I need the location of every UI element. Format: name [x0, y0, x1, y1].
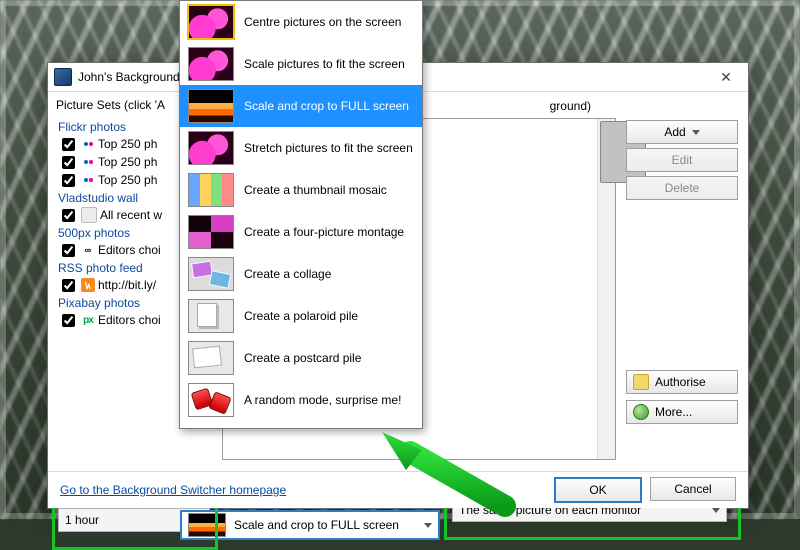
- source-item-checkbox[interactable]: [62, 156, 75, 169]
- more-button[interactable]: More...: [626, 400, 738, 424]
- picture-mode-option[interactable]: Create a thumbnail mosaic: [180, 169, 422, 211]
- delete-button-label: Delete: [665, 181, 700, 195]
- picture-mode-option[interactable]: Stretch pictures to fit the screen: [180, 127, 422, 169]
- picture-mode-combo[interactable]: Scale and crop to FULL screen: [180, 510, 440, 540]
- option-label: Create a collage: [244, 267, 414, 281]
- ok-button[interactable]: OK: [554, 477, 642, 503]
- source-item-label: Editors choi: [98, 313, 161, 327]
- rss-icon: 𐑿: [81, 278, 95, 292]
- app-icon: [54, 68, 72, 86]
- homepage-link[interactable]: Go to the Background Switcher homepage: [60, 483, 286, 497]
- chevron-down-icon: [712, 508, 720, 513]
- chevron-down-icon: [424, 523, 432, 528]
- picture-mode-option[interactable]: Centre pictures on the screen: [180, 1, 422, 43]
- source-item-checkbox[interactable]: [62, 174, 75, 187]
- dialog-footer: Go to the Background Switcher homepage O…: [48, 471, 748, 508]
- chevron-down-icon: [692, 130, 700, 135]
- option-label: Stretch pictures to fit the screen: [244, 141, 414, 155]
- picture-mode-option[interactable]: A random mode, surprise me!: [180, 379, 422, 421]
- option-thumbnail-icon: [188, 47, 234, 81]
- picture-sets-label: Picture Sets (click 'A: [56, 98, 165, 112]
- flickr-icon: [81, 173, 95, 187]
- picture-mode-area: Scale and crop to FULL screen: [180, 506, 440, 540]
- 500px-icon: ∞: [81, 243, 95, 257]
- right-lower-buttons: Authorise More...: [626, 370, 738, 424]
- delete-button[interactable]: Delete: [626, 176, 738, 200]
- close-button[interactable]: ✕: [704, 63, 748, 91]
- source-item-label: Top 250 ph: [98, 173, 157, 187]
- more-label: More...: [655, 405, 692, 419]
- option-label: Create a four-picture montage: [244, 225, 414, 239]
- option-thumbnail-icon: [188, 257, 234, 291]
- authorise-icon: [633, 374, 649, 390]
- pixabay-icon: px: [81, 313, 95, 327]
- flickr-icon: [81, 137, 95, 151]
- picture-mode-option[interactable]: Scale pictures to fit the screen: [180, 43, 422, 85]
- add-button[interactable]: Add: [626, 120, 738, 144]
- picture-mode-option[interactable]: Scale and crop to FULL screen: [180, 85, 422, 127]
- edit-button-label: Edit: [672, 153, 693, 167]
- source-item-checkbox[interactable]: [62, 314, 75, 327]
- source-item-label: Top 250 ph: [98, 137, 157, 151]
- ok-label: OK: [589, 483, 606, 497]
- listbox-scrollbar[interactable]: [597, 119, 615, 459]
- option-label: Scale and crop to FULL screen: [244, 99, 414, 113]
- authorise-button[interactable]: Authorise: [626, 370, 738, 394]
- source-item-label: All recent w: [100, 208, 162, 222]
- right-button-column: Add Edit Delete: [626, 120, 738, 200]
- source-item-checkbox[interactable]: [62, 138, 75, 151]
- source-item-checkbox[interactable]: [62, 244, 75, 257]
- edit-button[interactable]: Edit: [626, 148, 738, 172]
- interval-value: 1 hour: [65, 513, 99, 527]
- vlad-icon: [81, 207, 97, 223]
- option-thumbnail-icon: [188, 173, 234, 207]
- option-label: Scale pictures to fit the screen: [244, 57, 414, 71]
- option-label: Centre pictures on the screen: [244, 15, 414, 29]
- option-thumbnail-icon: [188, 89, 234, 123]
- option-thumbnail-icon: [188, 383, 234, 417]
- source-item-checkbox[interactable]: [62, 279, 75, 292]
- option-thumbnail-icon: [188, 5, 234, 39]
- option-label: A random mode, surprise me!: [244, 393, 414, 407]
- more-icon: [633, 404, 649, 420]
- source-item-label: Editors choi: [98, 243, 161, 257]
- picture-mode-option[interactable]: Create a four-picture montage: [180, 211, 422, 253]
- add-button-label: Add: [664, 125, 685, 139]
- picture-mode-option[interactable]: Create a polaroid pile: [180, 295, 422, 337]
- picture-mode-option[interactable]: Create a collage: [180, 253, 422, 295]
- option-thumbnail-icon: [188, 215, 234, 249]
- option-thumbnail-icon: [188, 341, 234, 375]
- source-item-label: Top 250 ph: [98, 155, 157, 169]
- picture-mode-value: Scale and crop to FULL screen: [234, 518, 399, 532]
- source-item-checkbox[interactable]: [62, 209, 75, 222]
- flickr-icon: [81, 155, 95, 169]
- cancel-button[interactable]: Cancel: [650, 477, 736, 501]
- picture-sets-tail: ground): [550, 99, 591, 113]
- picture-mode-dropdown-popup[interactable]: Centre pictures on the screen Scale pictu…: [179, 0, 423, 429]
- option-label: Create a thumbnail mosaic: [244, 183, 414, 197]
- option-thumbnail-icon: [188, 299, 234, 333]
- option-thumbnail-icon: [188, 131, 234, 165]
- authorise-label: Authorise: [655, 375, 706, 389]
- cancel-label: Cancel: [674, 482, 711, 496]
- picture-mode-option[interactable]: Create a postcard pile: [180, 337, 422, 379]
- option-label: Create a postcard pile: [244, 351, 414, 365]
- source-item-label: http://bit.ly/: [98, 278, 156, 292]
- option-label: Create a polaroid pile: [244, 309, 414, 323]
- mode-thumb-icon: [188, 513, 226, 537]
